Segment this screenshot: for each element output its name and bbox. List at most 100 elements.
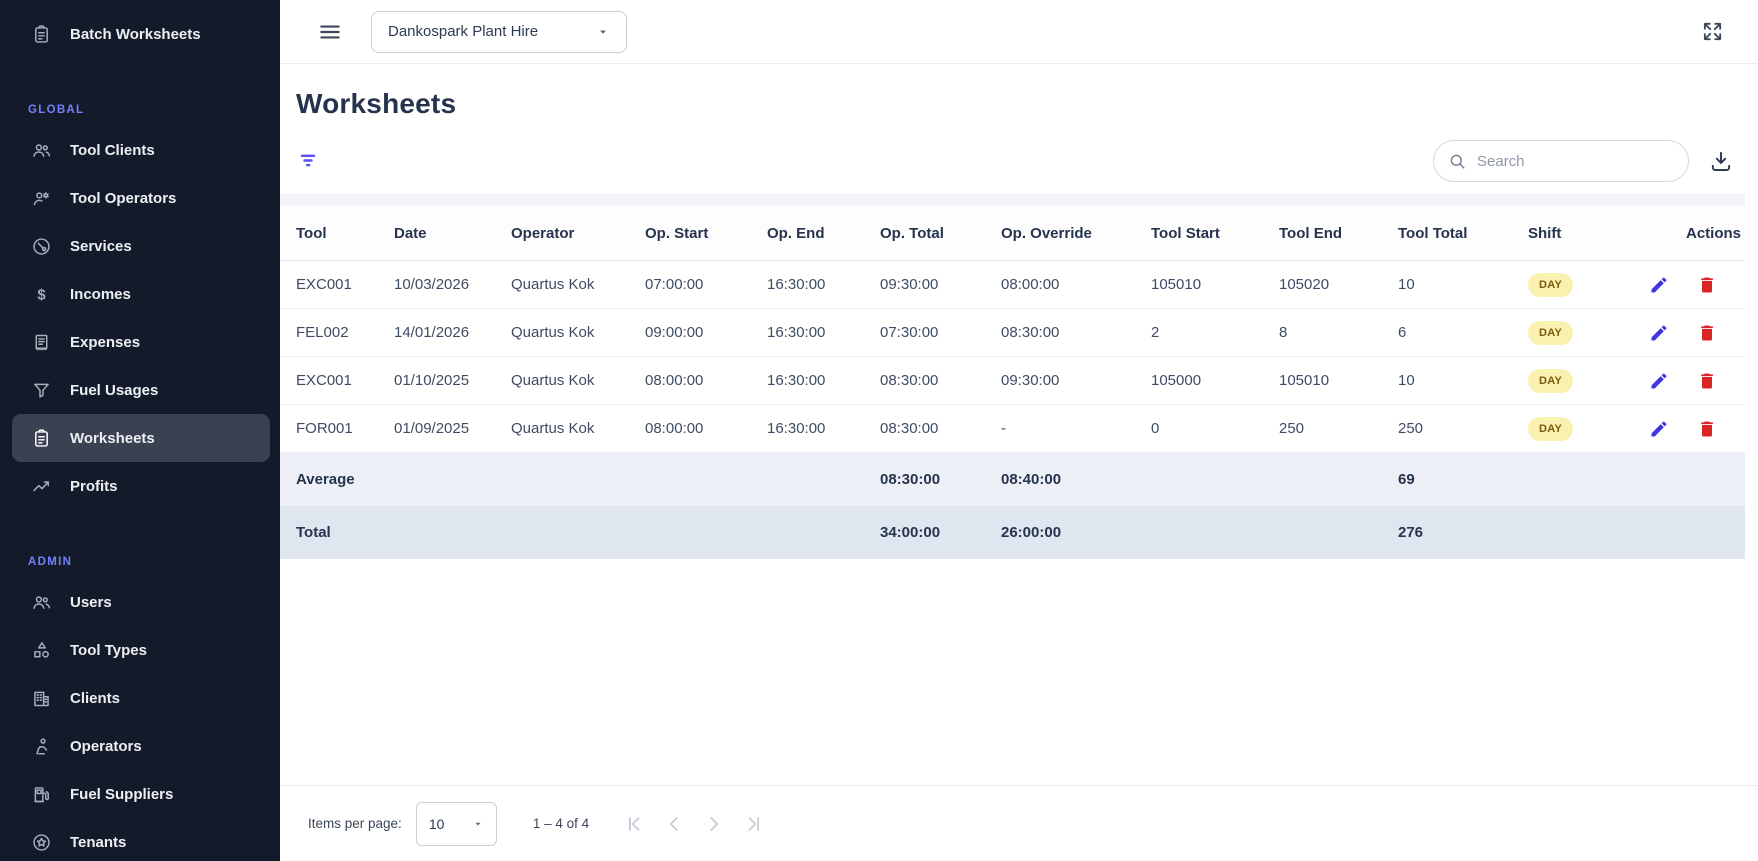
edit-row-button[interactable] <box>1649 371 1669 391</box>
cell-op-start: 08:00:00 <box>645 420 704 437</box>
total-label: Total <box>296 524 331 541</box>
filter-icon <box>300 154 316 167</box>
download-button[interactable] <box>1708 148 1734 174</box>
fullscreen-button[interactable] <box>1701 20 1724 43</box>
cell-tool-end: 105010 <box>1279 372 1330 389</box>
cell-operator: Quartus Kok <box>511 420 595 437</box>
first-page-button[interactable] <box>623 812 647 836</box>
column-header-tool: Tool <box>296 224 327 242</box>
items-per-page-label: Items per page: <box>308 816 402 831</box>
sidebar-item-tenants[interactable]: Tenants <box>0 818 270 861</box>
sidebar-item-fuel-suppliers[interactable]: Fuel Suppliers <box>0 770 270 818</box>
filter-button[interactable] <box>288 141 328 181</box>
sidebar-item-profits[interactable]: Profits <box>0 462 270 510</box>
previous-page-button[interactable] <box>663 812 687 836</box>
sidebar-item-fuel-usages[interactable]: Fuel Usages <box>0 366 270 414</box>
cell-tool: EXC001 <box>296 372 352 389</box>
shapes-icon <box>34 641 49 658</box>
tenant-select-value: Dankospark Plant Hire <box>388 23 539 40</box>
cell-op-override: 08:30:00 <box>1001 324 1060 341</box>
column-header-tool-total: Tool Total <box>1398 224 1468 242</box>
cell-actions <box>1641 323 1745 343</box>
cell-date: 01/09/2025 <box>394 420 470 437</box>
sidebar-item-tool-clients[interactable]: Tool Clients <box>0 126 270 174</box>
cell-date: 14/01/2026 <box>394 324 470 341</box>
shift-badge: DAY <box>1528 368 1574 393</box>
main-content: Dankospark Plant Hire Worksheets Tool Da… <box>280 0 1758 861</box>
cell-op-end: 16:30:00 <box>767 420 826 437</box>
delete-row-button[interactable] <box>1697 323 1717 343</box>
column-header-shift: Shift <box>1528 224 1562 242</box>
cell-shift: DAY <box>1528 320 1641 345</box>
chevron-left-icon <box>669 816 678 831</box>
cell-tool-total: 250 <box>1398 420 1424 437</box>
sidebar-item-batch-worksheets[interactable]: Batch Worksheets <box>0 10 270 58</box>
sidebar-item-expenses[interactable]: Expenses <box>0 318 270 366</box>
cell-tool-start: 105010 <box>1151 276 1202 293</box>
sidebar-item-label: Tool Clients <box>70 141 155 159</box>
cell-op-total: 07:30:00 <box>880 324 939 341</box>
cell-op-total: 08:30:00 <box>880 420 939 437</box>
column-header-tool-end: Tool End <box>1279 224 1343 242</box>
sidebar-item-label: Operators <box>70 737 142 755</box>
cell-actions <box>1641 371 1745 391</box>
cell-shift: DAY <box>1528 416 1641 441</box>
cell-op-end: 16:30:00 <box>767 276 826 293</box>
cell-tool: FOR001 <box>296 420 353 437</box>
page-range-label: 1 – 4 of 4 <box>532 816 590 831</box>
sidebar-item-label: Services <box>70 237 132 255</box>
cell-tool-end: 105020 <box>1279 276 1330 293</box>
cell-shift: DAY <box>1528 368 1641 393</box>
tenant-select[interactable]: Dankospark Plant Hire <box>371 10 627 53</box>
page-title: Worksheets <box>296 88 457 119</box>
delete-row-button[interactable] <box>1697 371 1717 391</box>
group-icon <box>33 143 51 157</box>
menu-toggle-button[interactable] <box>317 19 343 45</box>
sidebar-item-users[interactable]: Users <box>0 578 270 626</box>
operator-gear-icon <box>33 191 49 205</box>
sidebar-item-tool-operators[interactable]: Tool Operators <box>0 174 270 222</box>
cell-operator: Quartus Kok <box>511 324 595 341</box>
table-scrollbar-track[interactable] <box>280 194 1745 206</box>
sidebar-item-label: Fuel Usages <box>70 381 159 399</box>
trash-icon <box>1701 325 1713 340</box>
column-header-op-total: Op. Total <box>880 224 944 242</box>
edit-row-button[interactable] <box>1649 275 1669 295</box>
total-tool-total: 276 <box>1398 524 1424 541</box>
cell-operator: Quartus Kok <box>511 372 595 389</box>
cell-tool-start: 0 <box>1151 420 1160 437</box>
hamburger-icon <box>320 25 340 38</box>
sidebar-item-label: Expenses <box>70 333 141 351</box>
next-page-button[interactable] <box>703 812 727 836</box>
items-per-page-select[interactable]: 10 <box>415 801 497 846</box>
cell-op-end: 16:30:00 <box>767 372 826 389</box>
fuel-pump-icon <box>34 786 49 802</box>
shift-badge: DAY <box>1528 272 1574 297</box>
edit-row-button[interactable] <box>1649 419 1669 439</box>
sidebar-item-services[interactable]: Services <box>0 222 270 270</box>
delete-row-button[interactable] <box>1697 419 1717 439</box>
sidebar-item-label: Clients <box>70 689 121 707</box>
caret-down-icon <box>600 30 606 34</box>
column-header-op-override: Op. Override <box>1001 224 1092 242</box>
items-per-page-value: 10 <box>428 815 445 832</box>
average-row: Average 08:30:00 08:40:00 69 <box>280 453 1745 506</box>
table-row: FOR001 01/09/2025 Quartus Kok 08:00:00 1… <box>280 405 1745 453</box>
average-op-total: 08:30:00 <box>880 471 941 488</box>
sidebar-item-worksheets[interactable]: Worksheets <box>12 414 270 462</box>
expand-icon <box>1703 22 1722 41</box>
cell-tool: FEL002 <box>296 324 349 341</box>
sidebar-item-incomes[interactable]: Incomes <box>0 270 270 318</box>
last-page-button[interactable] <box>743 812 767 836</box>
search-input[interactable] <box>1477 152 1676 170</box>
sidebar-item-tool-types[interactable]: Tool Types <box>0 626 270 674</box>
delete-row-button[interactable] <box>1697 275 1717 295</box>
dollar-icon <box>36 286 48 304</box>
cell-op-override: - <box>1001 420 1006 437</box>
sidebar-item-operators[interactable]: Operators <box>0 722 270 770</box>
table-row: EXC001 01/10/2025 Quartus Kok 08:00:00 1… <box>280 357 1745 405</box>
download-icon <box>1711 151 1731 171</box>
pencil-icon <box>1651 276 1667 292</box>
edit-row-button[interactable] <box>1649 323 1669 343</box>
sidebar-item-clients[interactable]: Clients <box>0 674 270 722</box>
